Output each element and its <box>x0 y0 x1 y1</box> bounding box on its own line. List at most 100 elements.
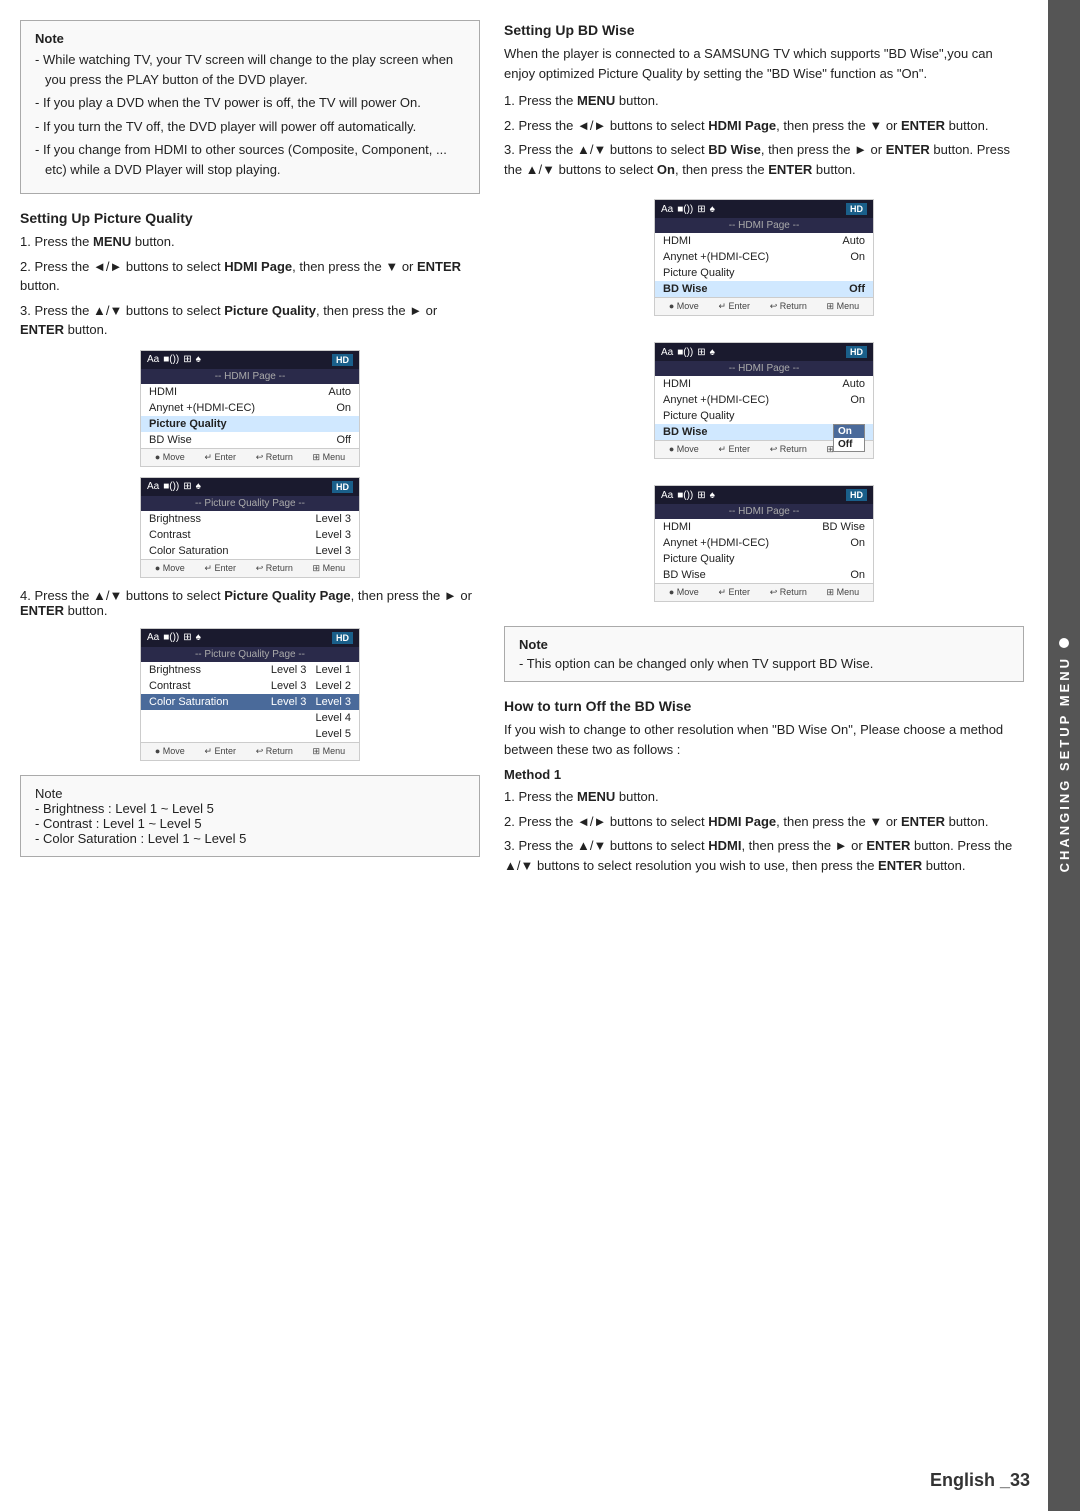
right-note-text: - This option can be changed only when T… <box>519 656 1009 671</box>
menu-subheader-1: -- HDMI Page -- <box>141 369 359 384</box>
bd-icons-2: Aa■())⊞♠ <box>661 347 715 358</box>
menu-row-contrast-2: ContrastLevel 3 <box>141 527 359 543</box>
how-to-title: How to turn Off the BD Wise <box>504 698 1024 714</box>
bd-row-bdwise-3: BD WiseOn <box>655 567 873 583</box>
menu-row-brightness-3: BrightnessLevel 3 Level 1 <box>141 662 359 678</box>
picture-step-1: 1. Press the MENU button. <box>20 232 480 252</box>
bd-step-3: 3. Press the ▲/▼ buttons to select BD Wi… <box>504 140 1024 179</box>
left-column: Note - While watching TV, your TV screen… <box>20 20 480 885</box>
menu-row-colorsat-3: Color SaturationLevel 3 Level 3 <box>141 694 359 710</box>
method1-step-1: 1. Press the MENU button. <box>504 787 1024 807</box>
picture-step-3: 3. Press the ▲/▼ buttons to select Pictu… <box>20 301 480 340</box>
bd-subheader-1: -- HDMI Page -- <box>655 218 873 233</box>
picture-step-2: 2. Press the ◄/► buttons to select HDMI … <box>20 257 480 296</box>
menu-row-bdwise-1: BD WiseOff <box>141 432 359 448</box>
menu-row-colorsat-2: Color SaturationLevel 3 <box>141 543 359 559</box>
menu-icons-2: Aa■())⊞♠ <box>147 481 201 492</box>
bd-header-2: Aa■())⊞♠ HD <box>655 343 873 361</box>
menu-header-1: Aa ■()) ⊞ ♠ HD <box>141 351 359 369</box>
main-content: Note - While watching TV, your TV screen… <box>20 20 1024 885</box>
picture-steps: 1. Press the MENU button. 2. Press the ◄… <box>20 232 480 340</box>
menu-header-2: Aa■())⊞♠ HD <box>141 478 359 496</box>
page-footer: English _33 <box>930 1470 1030 1491</box>
bottom-note-box: Note - Brightness : Level 1 ~ Level 5 - … <box>20 775 480 857</box>
menu-subheader-2: -- Picture Quality Page -- <box>141 496 359 511</box>
bottom-note-item-3: - Color Saturation : Level 1 ~ Level 5 <box>35 831 465 846</box>
bd-wise-intro: When the player is connected to a SAMSUN… <box>504 44 1024 83</box>
bd-footer-1: ● Move↵ Enter↩ Return⊞ Menu <box>655 297 873 315</box>
menu-screen-hdmi: Aa ■()) ⊞ ♠ HD -- HDMI Page -- HDMIAuto … <box>140 350 360 467</box>
picture-quality-section: Setting Up Picture Quality 1. Press the … <box>20 210 480 761</box>
menu-icons-3: Aa■())⊞♠ <box>147 632 201 643</box>
bd-hd-3: HD <box>846 489 867 501</box>
method1-steps: 1. Press the MENU button. 2. Press the ◄… <box>504 787 1024 875</box>
bd-footer-3: ● Move↵ Enter↩ Return⊞ Menu <box>655 583 873 601</box>
bd-step-1: 1. Press the MENU button. <box>504 91 1024 111</box>
bd-subheader-3: -- HDMI Page -- <box>655 504 873 519</box>
bd-menu-screen-3: Aa■())⊞♠ HD -- HDMI Page -- HDMIBD Wise … <box>654 485 874 602</box>
pq-rows-container: BrightnessLevel 3 Level 1 ContrastLevel … <box>141 662 359 742</box>
menu-row-pq-1: Picture Quality <box>141 416 359 432</box>
menu-screen-pq-dropdown: Aa■())⊞♠ HD -- Picture Quality Page -- B… <box>140 628 360 761</box>
hd-badge-3: HD <box>332 632 353 644</box>
bd-hd-1: HD <box>846 203 867 215</box>
bottom-note-list: - Brightness : Level 1 ~ Level 5 - Contr… <box>35 801 465 846</box>
bd-wise-steps: 1. Press the MENU button. 2. Press the ◄… <box>504 91 1024 179</box>
bd-row-hdmi-1: HDMIAuto <box>655 233 873 249</box>
menu-row-contrast-3: ContrastLevel 3 Level 2 <box>141 678 359 694</box>
right-column: Setting Up BD Wise When the player is co… <box>504 20 1024 885</box>
hd-badge-2: HD <box>332 481 353 493</box>
bd-subheader-2: -- HDMI Page -- <box>655 361 873 376</box>
bd-header-3: Aa■())⊞♠ HD <box>655 486 873 504</box>
method1-title: Method 1 <box>504 767 1024 782</box>
menu-screen-pq: Aa■())⊞♠ HD -- Picture Quality Page -- B… <box>140 477 360 578</box>
bd-row-anynet-1: Anynet +(HDMI-CEC)On <box>655 249 873 265</box>
bottom-note-title: Note <box>35 786 465 801</box>
picture-quality-title: Setting Up Picture Quality <box>20 210 480 226</box>
top-note-title: Note <box>35 31 465 46</box>
bd-row-pq-2: Picture Quality <box>655 408 873 424</box>
bd-row-anynet-3: Anynet +(HDMI-CEC)On <box>655 535 873 551</box>
bd-header-1: Aa■())⊞♠ HD <box>655 200 873 218</box>
page: CHANGING SETUP MENU Note - While watchin… <box>0 0 1080 1511</box>
bd-menu-screen-1: Aa■())⊞♠ HD -- HDMI Page -- HDMIAuto Any… <box>654 199 874 316</box>
menu-row-level4: Level 4 <box>141 710 359 726</box>
how-to-intro: If you wish to change to other resolutio… <box>504 720 1024 759</box>
bottom-note-item-2: - Contrast : Level 1 ~ Level 5 <box>35 816 465 831</box>
menu-subheader-3: -- Picture Quality Page -- <box>141 647 359 662</box>
bd-menu-screen-2: Aa■())⊞♠ HD -- HDMI Page -- HDMIAuto Any… <box>654 342 874 459</box>
note-item-4: - If you change from HDMI to other sourc… <box>35 140 465 179</box>
bd-hd-2: HD <box>846 346 867 358</box>
step4-text: 4. Press the ▲/▼ buttons to select Pictu… <box>20 588 480 618</box>
bd-icons-1: Aa■())⊞♠ <box>661 204 715 215</box>
how-to-section: How to turn Off the BD Wise If you wish … <box>504 698 1024 875</box>
bd-wise-title: Setting Up BD Wise <box>504 22 1024 38</box>
bd-row-pq-1: Picture Quality <box>655 265 873 281</box>
bd-row-bdwise-1: BD WiseOff <box>655 281 873 297</box>
menu-row-level5: Level 5 <box>141 726 359 742</box>
method1-step-3: 3. Press the ▲/▼ buttons to select HDMI,… <box>504 836 1024 875</box>
sidebar: CHANGING SETUP MENU <box>1048 0 1080 1511</box>
bd-dropdown: On Off <box>833 424 865 452</box>
bd-screens-group: Aa■())⊞♠ HD -- HDMI Page -- HDMIAuto Any… <box>504 189 1024 612</box>
bd-icons-3: Aa■())⊞♠ <box>661 490 715 501</box>
menu-footer-2: ● Move↵ Enter↩ Return⊞ Menu <box>141 559 359 577</box>
bd-option-off: Off <box>834 438 864 451</box>
menu-icons-1: Aa ■()) ⊞ ♠ <box>147 354 201 365</box>
bd-row-hdmi-3: HDMIBD Wise <box>655 519 873 535</box>
note-item-2: - If you play a DVD when the TV power is… <box>35 93 465 113</box>
bd-row-anynet-2: Anynet +(HDMI-CEC)On <box>655 392 873 408</box>
sidebar-dot <box>1059 638 1069 648</box>
method1-step-2: 2. Press the ◄/► buttons to select HDMI … <box>504 812 1024 832</box>
note-item-1: - While watching TV, your TV screen will… <box>35 50 465 89</box>
hd-badge-1: HD <box>332 354 353 366</box>
menu-footer-3: ● Move↵ Enter↩ Return⊞ Menu <box>141 742 359 760</box>
top-note-list: - While watching TV, your TV screen will… <box>35 50 465 179</box>
bd-wise-section: Setting Up BD Wise When the player is co… <box>504 22 1024 612</box>
menu-row-brightness-2: BrightnessLevel 3 <box>141 511 359 527</box>
bottom-note-item-1: - Brightness : Level 1 ~ Level 5 <box>35 801 465 816</box>
menu-footer-1: ● Move↵ Enter↩ Return⊞ Menu <box>141 448 359 466</box>
menu-row-anynet-1: Anynet +(HDMI-CEC)On <box>141 400 359 416</box>
right-note-title: Note <box>519 637 1009 652</box>
bd-row-hdmi-2: HDMIAuto <box>655 376 873 392</box>
